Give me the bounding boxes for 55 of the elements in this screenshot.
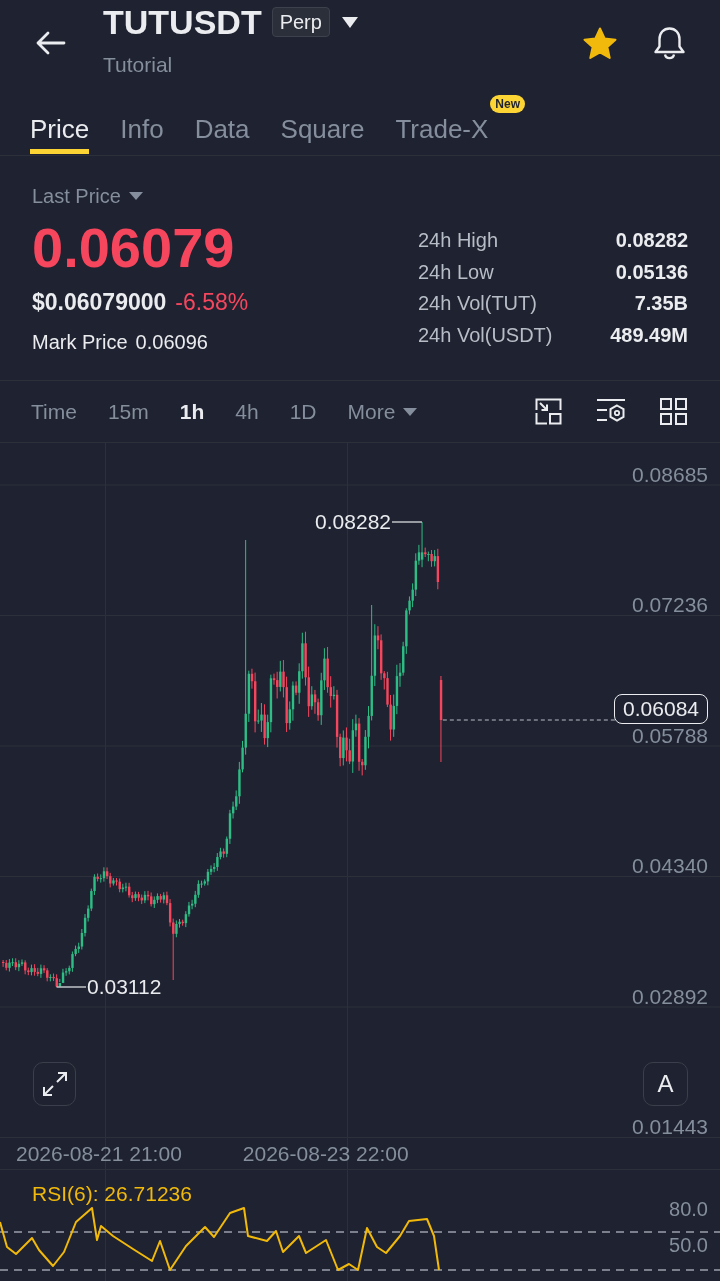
leader-line	[55, 986, 87, 988]
rsi-label: RSI(6): 26.71236	[32, 1183, 192, 1205]
more-dropdown[interactable]: More	[347, 398, 418, 425]
price-axis-label: 0.05788	[632, 724, 708, 746]
price-axis-label: 0.02892	[632, 985, 708, 1007]
price-axis-label: 0.08685	[632, 463, 708, 485]
caret-down-icon	[403, 407, 418, 416]
stat-value: 0.05136	[615, 260, 688, 284]
tab[interactable]: Info	[120, 92, 164, 155]
tab[interactable]: Square	[280, 92, 365, 155]
stat-label: 24h Vol(TUT)	[418, 292, 537, 316]
current-price-label: 0.06084	[614, 694, 708, 724]
interval-tab[interactable]: 1D	[289, 398, 317, 425]
new-badge: New	[490, 95, 526, 113]
high-price-label: 0.08282	[315, 511, 391, 533]
interval-tab[interactable]: 1h	[179, 398, 205, 425]
stat-value: 0.08282	[615, 229, 688, 253]
stat-label: 24h High	[418, 229, 499, 253]
caret-down-icon[interactable]	[341, 16, 358, 28]
expand-icon	[41, 1071, 68, 1097]
expand-button[interactable]	[33, 1062, 76, 1106]
price-change: -6.58%	[175, 288, 249, 316]
star-icon[interactable]	[583, 27, 617, 60]
bell-icon[interactable]	[653, 26, 686, 61]
leader-line	[391, 521, 423, 523]
grid-icon[interactable]	[660, 398, 687, 425]
tab[interactable]: Trade-X	[395, 92, 489, 155]
box-arrow-icon[interactable]	[535, 398, 562, 425]
tab[interactable]: Price	[30, 92, 90, 155]
price-axis-label: 0.04340	[632, 855, 708, 876]
interval-tab[interactable]: 15m	[107, 398, 149, 425]
price-axis-label: 0.01443	[632, 1116, 708, 1137]
time-axis-label: 2026-08-21 21:00	[16, 1141, 182, 1166]
back-arrow-icon[interactable]	[35, 30, 66, 56]
stat-label: 24h Vol(USDT)	[418, 324, 553, 348]
contract-type-badge: Perp	[271, 7, 330, 37]
interval-tab[interactable]: 4h	[235, 398, 259, 425]
stat-value: 489.49M	[610, 324, 688, 348]
interval-tab[interactable]: Time	[31, 398, 77, 425]
rsi-level-label: 50.0	[669, 1234, 708, 1256]
subtitle: Tutorial	[103, 52, 174, 78]
last-price: 0.06079	[32, 218, 236, 278]
low-price-label: 0.03112	[87, 976, 162, 998]
price-type-selector[interactable]: Last Price	[32, 184, 121, 208]
price-axis-label: 0.07236	[632, 594, 708, 615]
symbol-title: TUTUSDT	[103, 2, 262, 42]
auto-scale-button[interactable]: A	[643, 1062, 688, 1106]
stat-label: 24h Low	[418, 260, 494, 284]
tab[interactable]: Data	[194, 92, 250, 155]
rsi-level-label: 80.0	[669, 1198, 708, 1220]
mark-price-label: Mark Price	[32, 330, 128, 354]
mark-price-value: 0.06096	[135, 330, 208, 354]
stat-value: 7.35B	[634, 292, 688, 316]
time-axis-label: 2026-08-23 22:00	[242, 1141, 409, 1166]
usd-price: $0.06079000	[32, 288, 167, 316]
